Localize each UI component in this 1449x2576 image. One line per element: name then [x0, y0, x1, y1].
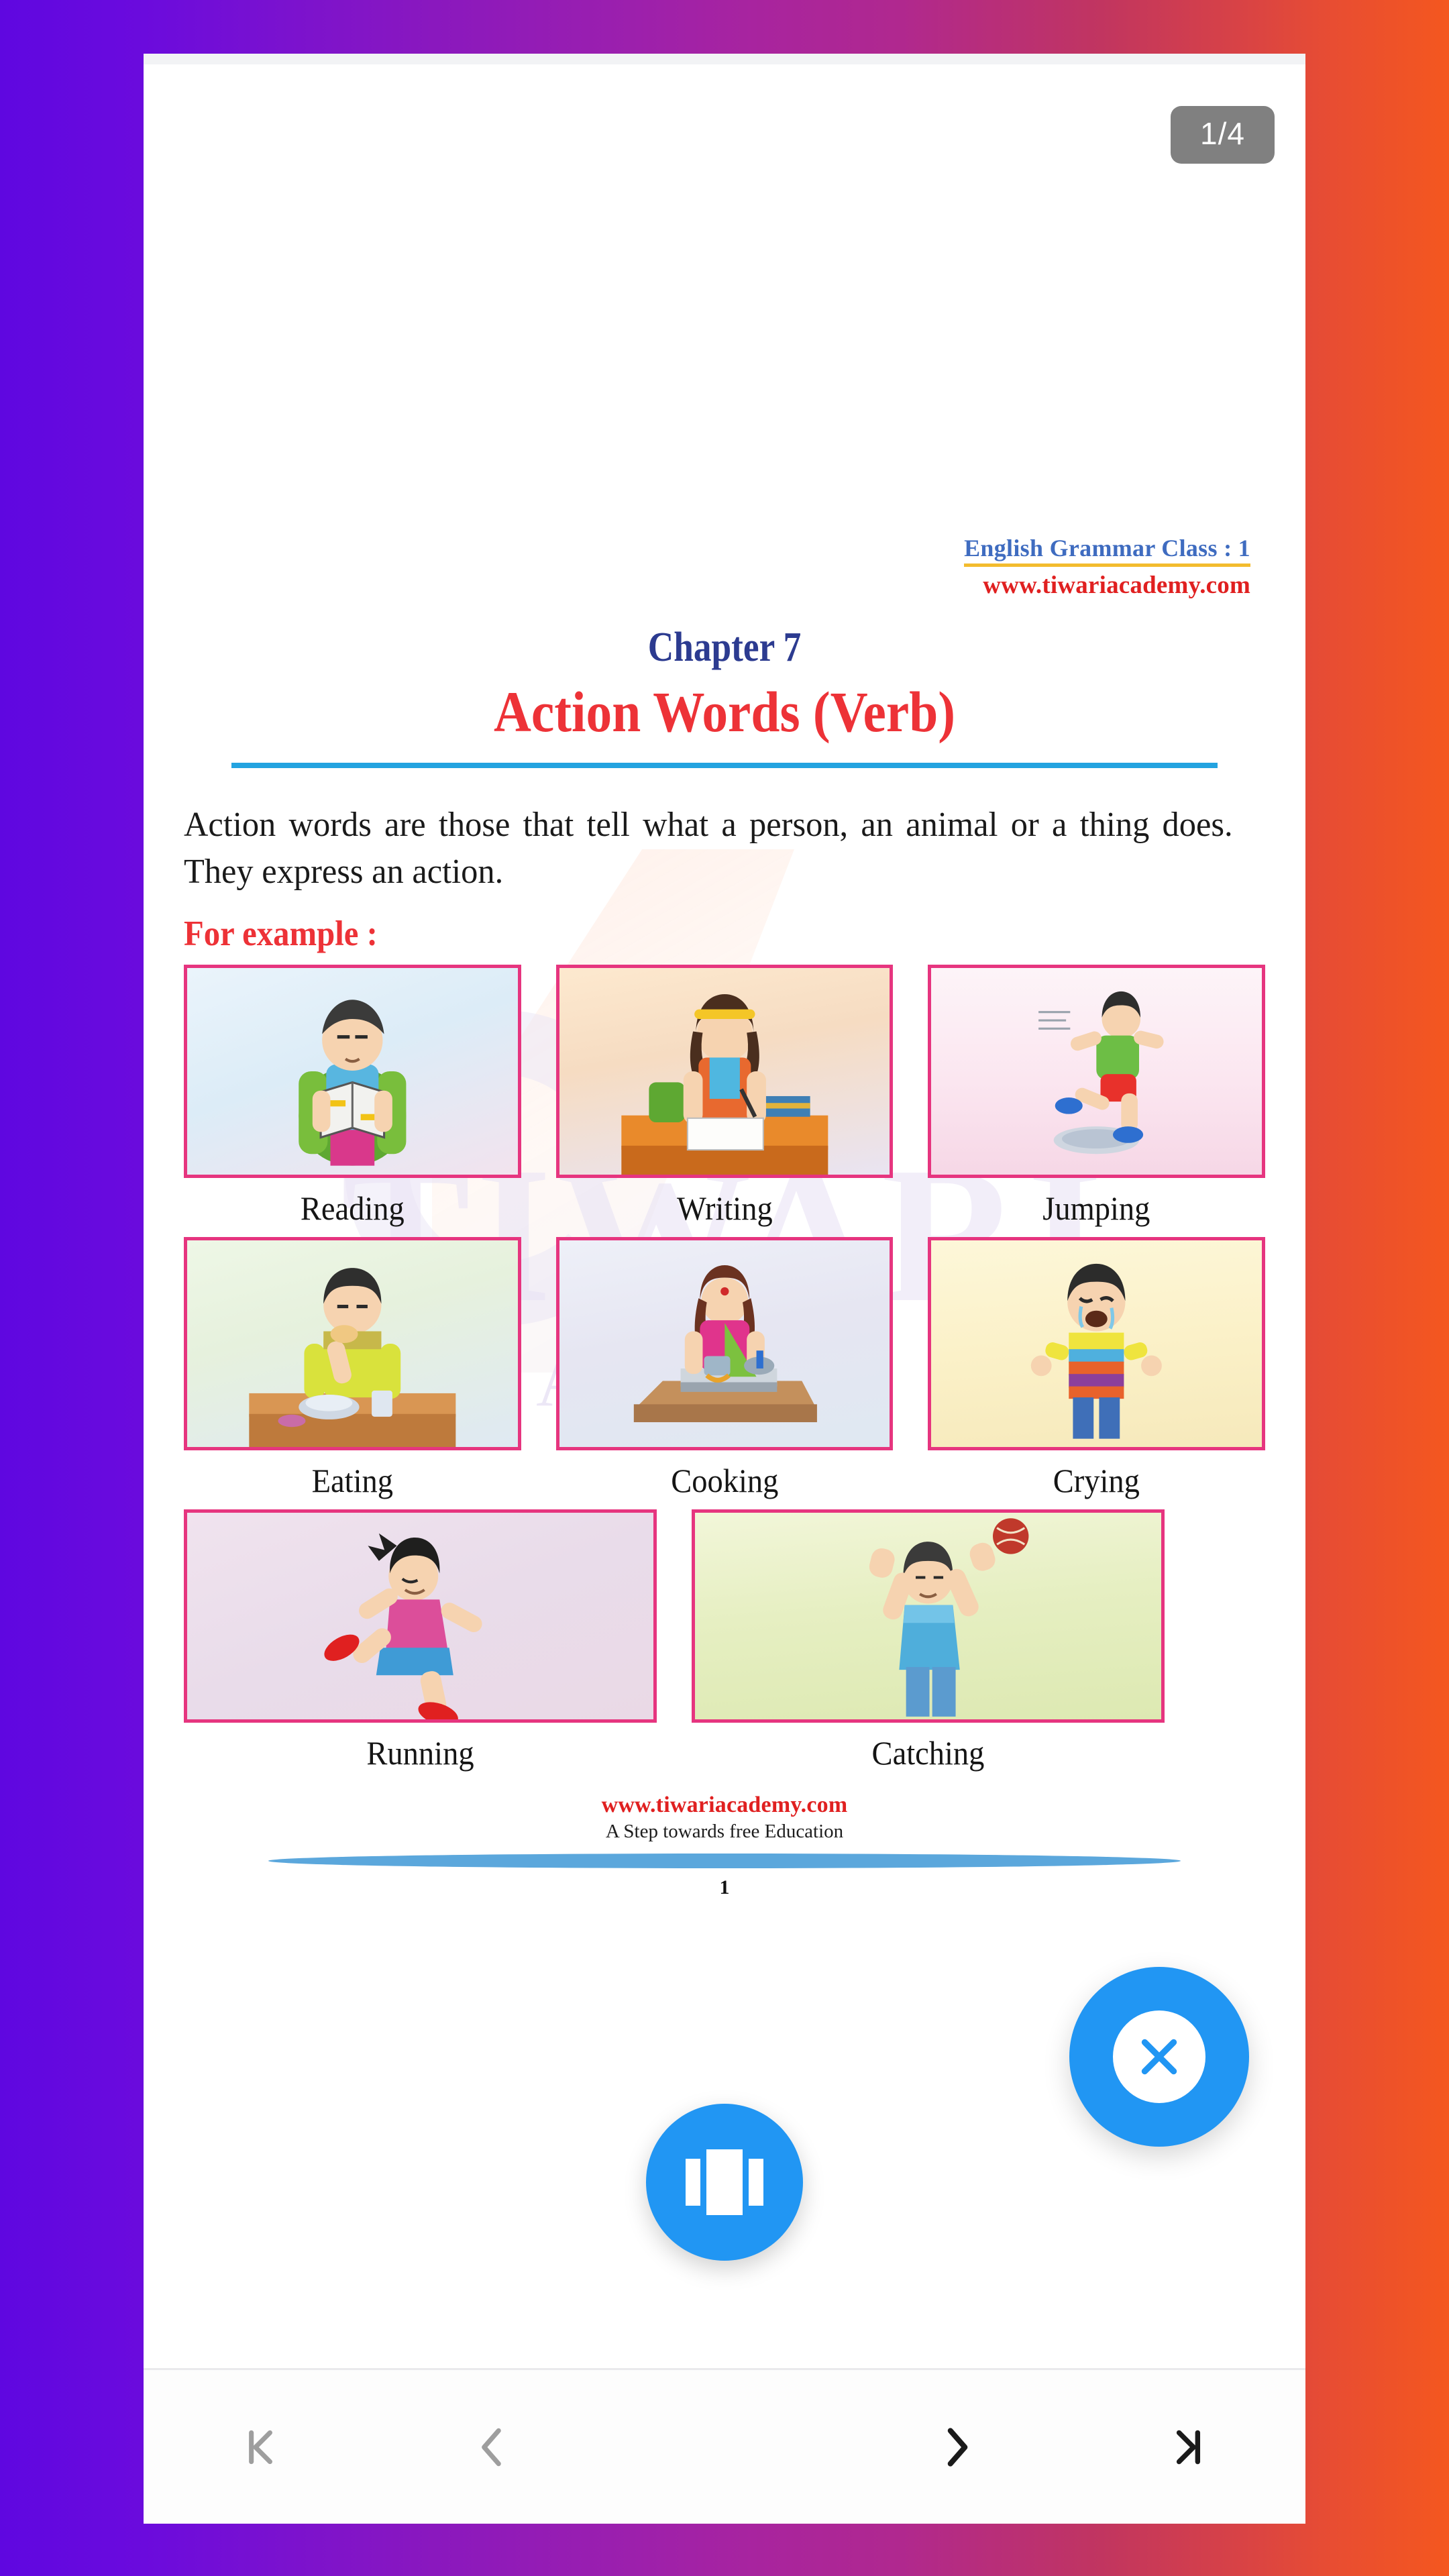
examples-row: Running Catching [184, 1509, 1265, 1772]
example-item-writing[interactable]: Writing [555, 965, 894, 1228]
header-website-link[interactable]: www.tiwariacademy.com [184, 571, 1250, 600]
example-caption: Eating [311, 1462, 394, 1500]
example-caption: Catching [871, 1734, 985, 1772]
page-title: Action Words (Verb) [493, 680, 956, 744]
chevron-right-icon [948, 2427, 968, 2467]
close-icon-disc [1113, 2010, 1205, 2103]
examples-row: Eating Cooking Crying [184, 1237, 1266, 1500]
illustration-boy-running [184, 1509, 657, 1723]
lead-paragraph: Action words are those that tell what a … [184, 806, 1233, 891]
course-label: English Grammar Class : 1 [964, 534, 1250, 567]
viewer-top-strip [144, 54, 1305, 64]
chapter-number: Chapter 7 [647, 625, 802, 670]
previous-page-button[interactable] [376, 2370, 608, 2524]
footer-tagline: A Step towards free Education [605, 1821, 844, 1843]
examples-row: Reading Writing Jumping [184, 965, 1266, 1228]
document-content: English Grammar Class : 1 www.tiwariacad… [144, 534, 1305, 1899]
illustration-woman-cooking-on-stove [555, 1237, 894, 1451]
view-mode-button[interactable] [646, 2104, 803, 2261]
example-caption: Jumping [1042, 1189, 1150, 1228]
footer-page-number: 1 [719, 1876, 730, 1899]
illustration-boy-reading-book [184, 965, 521, 1179]
example-caption: Crying [1053, 1462, 1140, 1500]
document-header: English Grammar Class : 1 www.tiwariacad… [184, 534, 1265, 600]
next-page-button[interactable] [841, 2370, 1073, 2524]
example-item-cooking[interactable]: Cooking [555, 1237, 894, 1500]
example-caption: Running [366, 1734, 474, 1772]
last-page-button[interactable] [1073, 2370, 1305, 2524]
example-caption: Cooking [670, 1462, 779, 1500]
page-indicator-badge: 1/4 [1171, 106, 1275, 164]
examples-grid: Reading Writing Jumping Eating Cooking C… [184, 965, 1266, 1772]
illustration-boy-crying [928, 1237, 1266, 1451]
illustration-girl-writing-at-desk [555, 965, 894, 1179]
example-item-eating[interactable]: Eating [184, 1237, 521, 1500]
first-page-icon [249, 2430, 273, 2464]
example-caption: Writing [676, 1189, 773, 1228]
example-item-running[interactable]: Running [184, 1509, 657, 1772]
close-icon [1141, 2039, 1177, 2075]
example-label: For example : [184, 914, 378, 954]
title-divider [231, 763, 1218, 768]
illustration-boy-jumping-over-puddle [928, 965, 1266, 1179]
last-page-icon [1176, 2430, 1200, 2464]
first-page-button[interactable] [144, 2370, 376, 2524]
document-surface[interactable]: 1/4 TIWARI A C A D E M Y English Grammar… [144, 64, 1305, 2368]
example-item-jumping[interactable]: Jumping [928, 965, 1266, 1228]
footer-divider [268, 1854, 1181, 1869]
page-navigation-bar [144, 2368, 1305, 2524]
footer-website-link[interactable]: www.tiwariacademy.com [184, 1792, 1265, 1818]
illustration-boy-catching-ball [692, 1509, 1165, 1723]
illustration-boy-eating-at-table [184, 1237, 521, 1451]
example-item-crying[interactable]: Crying [928, 1237, 1266, 1500]
document-viewer: 1/4 TIWARI A C A D E M Y English Grammar… [144, 54, 1305, 2524]
example-item-catching[interactable]: Catching [692, 1509, 1165, 1772]
close-button[interactable] [1069, 1967, 1249, 2147]
carousel-view-icon [686, 2149, 763, 2215]
example-item-reading[interactable]: Reading [184, 965, 521, 1228]
document-footer: www.tiwariacademy.com A Step towards fre… [184, 1792, 1265, 1899]
chevron-left-icon [481, 2428, 501, 2466]
example-caption: Reading [300, 1189, 405, 1228]
